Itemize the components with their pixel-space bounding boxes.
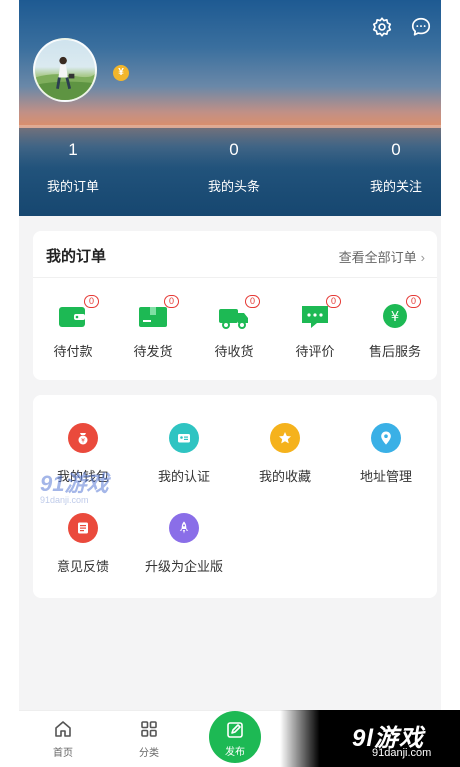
order-pending-review[interactable]: 0 待评价 bbox=[275, 295, 355, 360]
home-icon bbox=[55, 721, 71, 737]
message-icon[interactable] bbox=[410, 16, 432, 38]
order-label: 售后服务 bbox=[368, 344, 421, 359]
stat-value: 1 bbox=[68, 140, 78, 159]
location-icon bbox=[371, 423, 401, 453]
service-label: 地址管理 bbox=[359, 469, 412, 484]
stat-my-follows[interactable]: 0 我的关注 bbox=[341, 140, 441, 195]
watermark-url: 91danji.com bbox=[372, 747, 432, 759]
stat-value: 0 bbox=[229, 140, 239, 159]
stat-label: 我的头条 bbox=[207, 179, 260, 194]
watermark-logo-large: 9l游戏 91danji.com bbox=[280, 710, 460, 767]
service-label: 升级为企业版 bbox=[144, 559, 223, 574]
rocket-icon bbox=[169, 513, 199, 543]
view-all-label: 查看全部订单 bbox=[338, 250, 417, 265]
nav-publish-button[interactable]: 发布 bbox=[209, 711, 261, 763]
count-badge: 0 bbox=[84, 295, 99, 308]
service-address-management[interactable]: 地址管理 bbox=[336, 423, 436, 485]
nav-home[interactable]: 首页 bbox=[33, 719, 93, 759]
feedback-icon bbox=[68, 513, 98, 543]
order-label: 待评价 bbox=[295, 344, 335, 359]
truck-icon: 0 bbox=[217, 295, 260, 331]
stat-value: 0 bbox=[391, 140, 401, 159]
service-my-certification[interactable]: 我的认证 bbox=[134, 423, 234, 485]
wallet-icon: 0 bbox=[56, 295, 99, 331]
order-label: 待收货 bbox=[214, 344, 254, 359]
chevron-right-icon: › bbox=[420, 250, 425, 265]
stat-label: 我的订单 bbox=[46, 179, 99, 194]
order-label: 待发货 bbox=[133, 344, 173, 359]
edit-icon bbox=[227, 722, 243, 738]
star-icon bbox=[270, 423, 300, 453]
app-screen: ¥ 1 我的订单 0 我的头条 0 我的关注 我的订单 查看全部订单 › 0 待… bbox=[19, 0, 441, 767]
nav-label: 发布 bbox=[225, 747, 245, 758]
count-badge: 0 bbox=[406, 295, 421, 308]
orders-title: 我的订单 bbox=[46, 248, 107, 265]
package-icon: 0 bbox=[136, 295, 179, 331]
order-pending-payment[interactable]: 0 待付款 bbox=[33, 295, 113, 360]
nav-label: 首页 bbox=[53, 748, 73, 759]
count-badge: 0 bbox=[326, 295, 341, 308]
view-all-orders-link[interactable]: 查看全部订单 › bbox=[339, 247, 425, 266]
comment-icon: 0 bbox=[298, 295, 341, 331]
stat-my-orders[interactable]: 1 我的订单 bbox=[19, 140, 128, 195]
count-badge: 0 bbox=[245, 295, 260, 308]
order-pending-receipt[interactable]: 0 待收货 bbox=[194, 295, 274, 360]
avatar-image bbox=[35, 56, 95, 100]
grid-icon bbox=[141, 721, 157, 737]
service-label: 我的认证 bbox=[157, 469, 210, 484]
service-label: 我的收藏 bbox=[258, 469, 311, 484]
nav-category[interactable]: 分类 bbox=[119, 719, 179, 759]
svg-text:¥: ¥ bbox=[391, 310, 399, 325]
settings-icon[interactable] bbox=[371, 16, 393, 38]
service-feedback[interactable]: 意见反馈 bbox=[33, 513, 133, 575]
service-label: 意见反馈 bbox=[56, 559, 109, 574]
profile-header: ¥ 1 我的订单 0 我的头条 0 我的关注 bbox=[19, 0, 441, 216]
watermark-url: 91danji.com bbox=[40, 495, 89, 505]
order-after-sales[interactable]: ¥ 0 售后服务 bbox=[355, 295, 435, 360]
orders-card: 我的订单 查看全部订单 › 0 待付款 0 待发货 0 待收货 0 待评价 ¥ … bbox=[33, 231, 437, 380]
watermark-logo-small: 91游戏 91danji.com bbox=[40, 466, 136, 510]
vip-badge: ¥ bbox=[113, 65, 129, 81]
watermark-text: 91游戏 bbox=[40, 471, 109, 496]
service-my-favorites[interactable]: 我的收藏 bbox=[235, 423, 335, 485]
divider bbox=[33, 277, 437, 278]
count-badge: 0 bbox=[164, 295, 179, 308]
avatar[interactable] bbox=[33, 38, 97, 102]
wallet-bag-icon: ¥ bbox=[68, 423, 98, 453]
stat-my-headlines[interactable]: 0 我的头条 bbox=[179, 140, 289, 195]
after-sales-icon: ¥ 0 bbox=[378, 295, 421, 331]
order-label: 待付款 bbox=[53, 344, 93, 359]
stat-label: 我的关注 bbox=[369, 179, 422, 194]
id-card-icon bbox=[169, 423, 199, 453]
order-pending-shipment[interactable]: 0 待发货 bbox=[113, 295, 193, 360]
nav-label: 分类 bbox=[139, 748, 159, 759]
service-upgrade-enterprise[interactable]: 升级为企业版 bbox=[134, 513, 234, 575]
svg-text:¥: ¥ bbox=[81, 438, 85, 445]
